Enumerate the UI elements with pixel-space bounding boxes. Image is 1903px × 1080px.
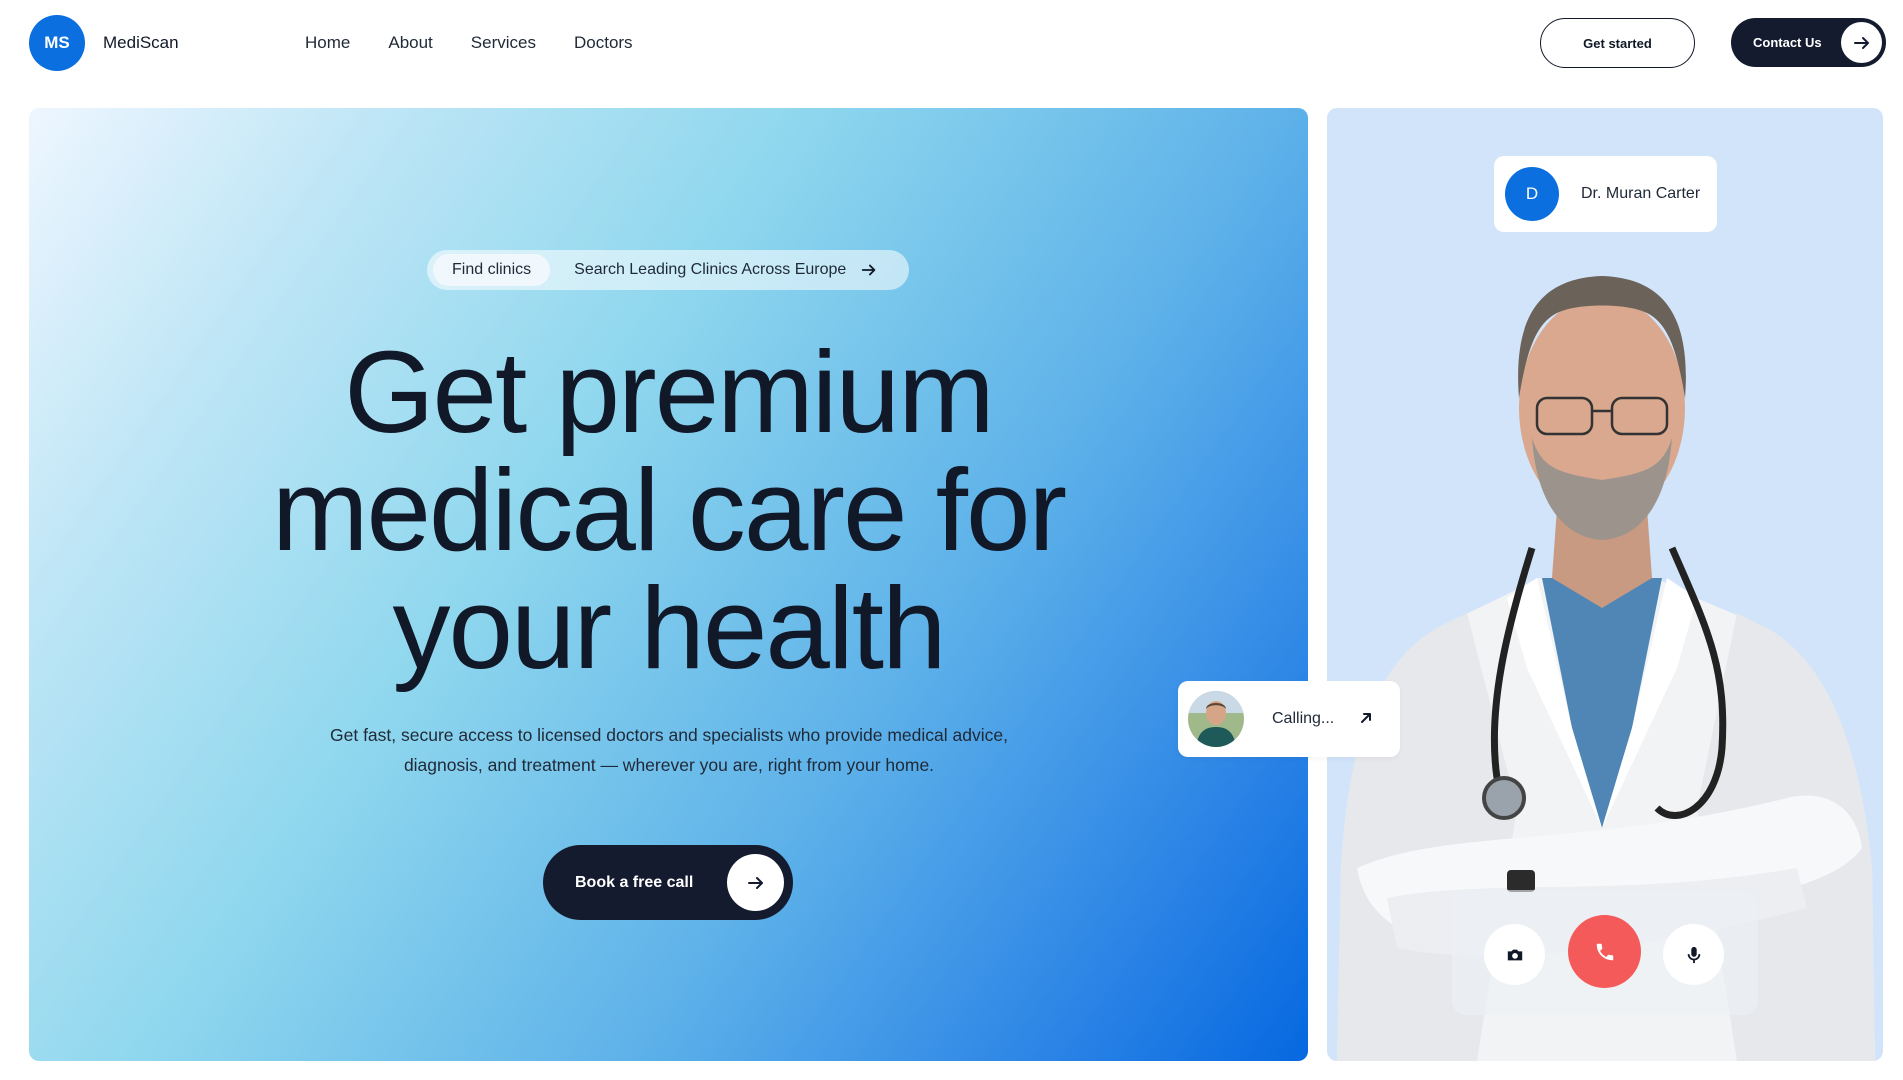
- hero-subtitle: Get fast, secure access to licensed doct…: [319, 720, 1019, 780]
- microphone-icon: [1687, 946, 1700, 963]
- nav-item-services[interactable]: Services: [471, 33, 536, 53]
- hero-title: Get premium medical care for your health: [29, 333, 1308, 687]
- camera-icon: [1507, 949, 1522, 960]
- calling-status: Calling...: [1272, 710, 1335, 727]
- contact-us-button[interactable]: Contact Us: [1731, 18, 1886, 67]
- nav-item-doctors[interactable]: Doctors: [574, 33, 633, 53]
- arrow-up-right-icon: [1358, 710, 1374, 731]
- book-free-call-button[interactable]: Book a free call: [543, 845, 793, 920]
- contact-us-label: Contact Us: [1753, 35, 1822, 50]
- hero-title-line: your health: [392, 563, 947, 693]
- hero-subtitle-line: diagnosis, and treatment — wherever you …: [403, 755, 935, 775]
- hero-title-line: Get premium: [344, 327, 994, 457]
- hero-subtitle-line: Get fast, secure access to licensed doct…: [330, 725, 1008, 745]
- brand-name[interactable]: MediScan: [103, 33, 179, 53]
- hero-title-line: medical care for: [271, 445, 1067, 575]
- hero-panel: Find clinics Search Leading Clinics Acro…: [29, 108, 1308, 1061]
- arrow-right-icon: [860, 261, 878, 279]
- doctor-avatar: D: [1505, 167, 1559, 221]
- doctor-name: Dr. Muran Carter: [1581, 185, 1701, 202]
- doctor-name-chip: D Dr. Muran Carter: [1494, 156, 1717, 232]
- nav-item-home[interactable]: Home: [305, 33, 350, 53]
- arrow-right-icon: [1841, 22, 1882, 63]
- find-clinics-text: Search Leading Clinics Across Europe: [574, 261, 847, 278]
- find-clinics-pill[interactable]: Find clinics Search Leading Clinics Acro…: [427, 250, 909, 290]
- calling-card[interactable]: Calling...: [1178, 681, 1400, 757]
- end-call-button[interactable]: [1568, 915, 1641, 988]
- logo-badge[interactable]: MS: [29, 15, 85, 71]
- arrow-right-icon: [727, 854, 784, 911]
- main-nav: Home About Services Doctors: [305, 33, 671, 53]
- get-started-button[interactable]: Get started: [1540, 18, 1695, 68]
- site-header: MS MediScan Home About Services Doctors …: [0, 0, 1903, 88]
- caller-avatar: [1188, 691, 1244, 747]
- microphone-button[interactable]: [1663, 924, 1724, 985]
- camera-button[interactable]: [1484, 924, 1545, 985]
- phone-icon: [1596, 943, 1613, 960]
- doctor-video-panel: D Dr. Muran Carter: [1327, 108, 1883, 1061]
- book-free-call-label: Book a free call: [575, 873, 694, 891]
- nav-item-about[interactable]: About: [388, 33, 432, 53]
- find-clinics-tag: Find clinics: [433, 254, 551, 286]
